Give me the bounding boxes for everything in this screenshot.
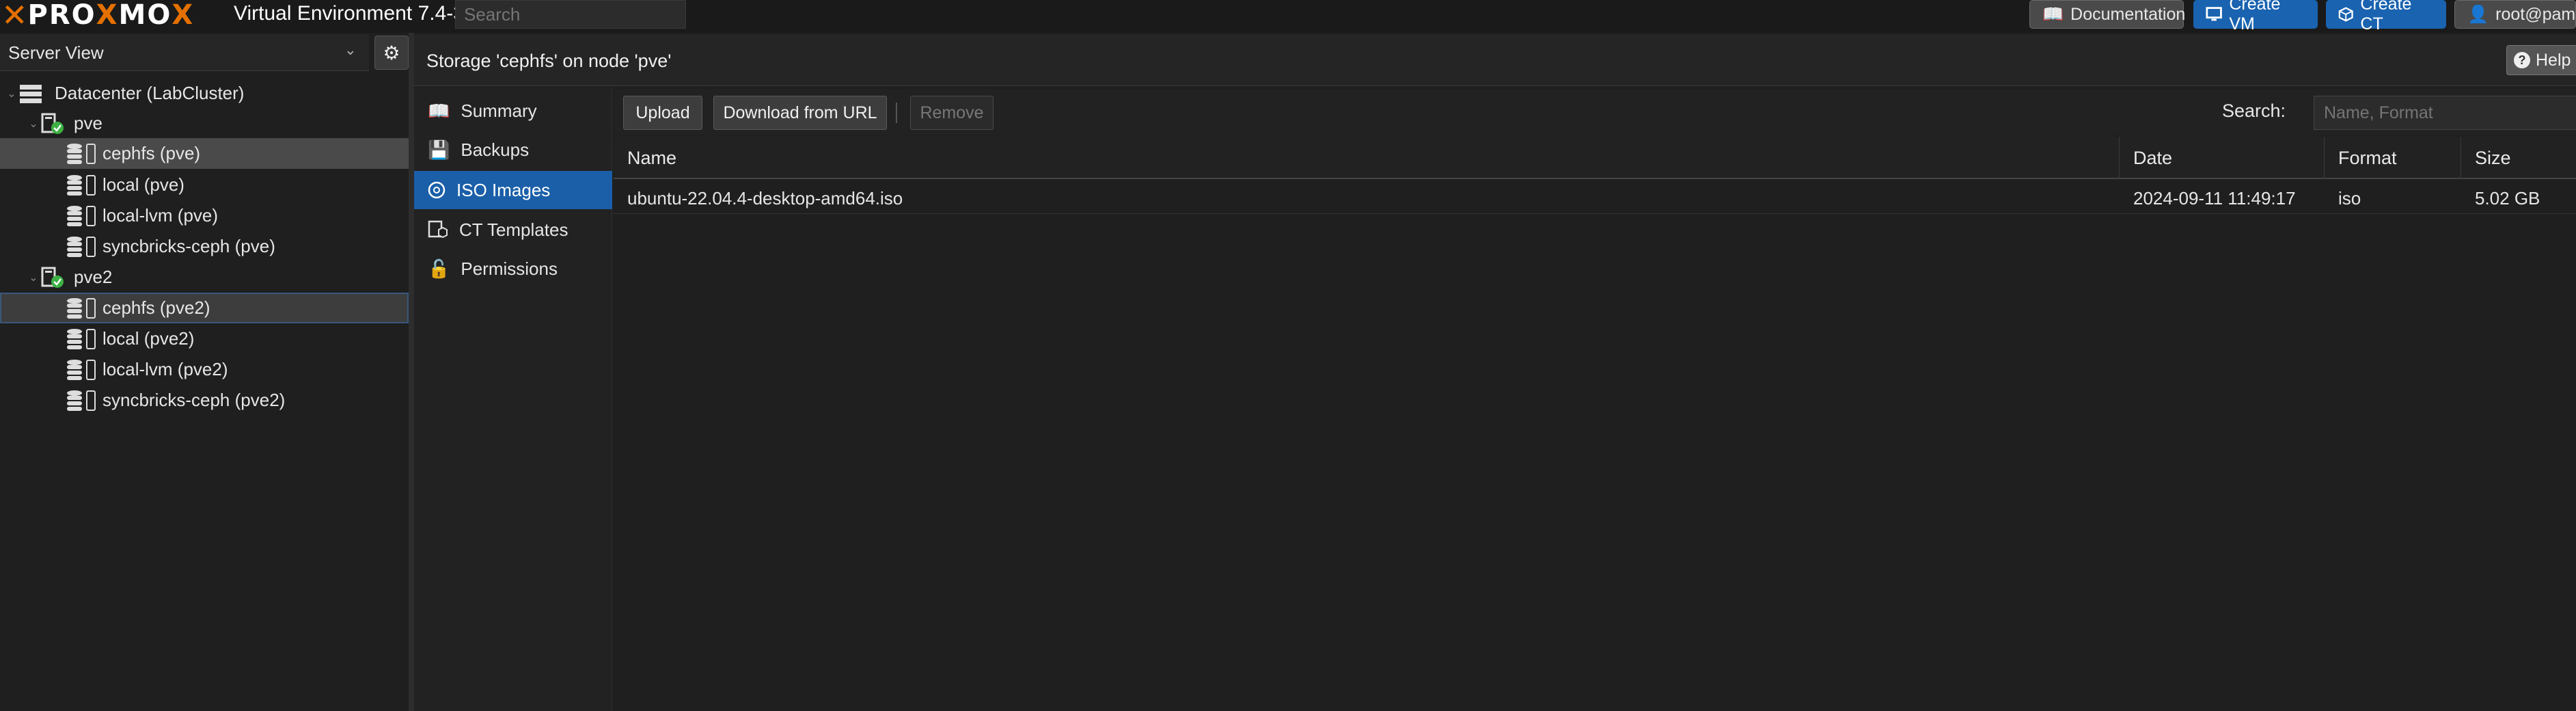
user-icon: 👤 [2467,4,2489,24]
search-label: Search: [2222,100,2286,121]
database-icon [67,390,82,411]
node-online-icon [41,267,66,289]
menu-item-backups[interactable]: 💾 Backups [414,131,612,169]
tree-item-storage[interactable]: syncbricks-ceph (pve) [0,231,409,262]
tree-item-storage[interactable]: local (pve) [0,170,409,200]
node-online-icon [41,113,66,135]
column-header-format[interactable]: Format [2325,137,2461,179]
tree-item-storage[interactable]: cephfs (pve) [0,138,409,169]
disc-icon [428,181,446,199]
cube-icon [2338,7,2353,22]
device-icon [86,328,96,349]
global-search-input[interactable] [455,0,686,29]
cell-format: iso [2338,187,2361,209]
create-vm-button[interactable]: Create VM [2193,0,2318,33]
download-url-button[interactable]: Download from URL [713,96,887,130]
grid-search-input[interactable] [2314,96,2576,130]
monitor-icon [2206,7,2222,21]
device-icon [86,236,96,257]
column-header-date[interactable]: Date [2120,137,2325,179]
column-header-name[interactable]: Name [614,137,2120,179]
cell-size: 5.02 GB [2475,187,2540,209]
remove-button[interactable]: Remove [910,96,994,130]
tree-item-storage[interactable]: syncbricks-ceph (pve2) [0,385,409,416]
cell-date: 2024-09-11 11:49:17 [2133,187,2296,209]
unlock-icon: 🔓 [428,258,450,279]
content-title-bar [414,34,2576,86]
device-icon [86,143,96,164]
device-icon [86,297,96,319]
row-divider [614,213,2576,214]
panel-splitter[interactable] [409,33,414,711]
device-icon [86,390,96,411]
database-icon [67,328,82,349]
tree-item-node[interactable]: ⌄ pve [0,108,409,139]
column-header-size[interactable]: Size [2461,137,2576,179]
tree-item-storage[interactable]: local-lvm (pve) [0,200,409,231]
tree-item-node[interactable]: ⌄ pve2 [0,262,409,293]
tree-item-storage[interactable]: local (pve2) [0,323,409,354]
menu-item-iso-images[interactable]: ISO Images [414,171,612,209]
tree-item-storage[interactable]: local-lvm (pve2) [0,354,409,385]
toolbar-separator [896,103,897,123]
proxmox-logo: ✕ PROXMOX [1,0,195,33]
template-icon [428,220,448,239]
database-icon [67,174,82,196]
menu-item-permissions[interactable]: 🔓 Permissions [414,250,612,288]
database-icon [67,236,82,257]
floppy-icon: 💾 [428,139,450,160]
device-icon [86,174,96,196]
book-icon: 📖 [2042,4,2064,24]
documentation-button[interactable]: 📖 Documentation [2029,0,2185,29]
device-icon [86,205,96,226]
collapse-icon: ⌄ [7,88,16,100]
question-icon: ? [2514,52,2530,68]
database-icon [67,359,82,380]
user-menu-button[interactable]: 👤 root@pam [2454,0,2576,29]
datacenter-icon [20,84,42,103]
book-icon: 📖 [428,100,450,121]
collapse-icon: ⌄ [29,271,38,284]
database-icon [67,297,82,319]
tree-item-storage[interactable]: cephfs (pve2) [0,293,409,323]
cell-name: ubuntu-22.04.4-desktop-amd64.iso [627,187,903,209]
device-icon [86,359,96,380]
page-title: Storage 'cephfs' on node 'pve' [426,51,672,71]
database-icon [67,143,82,164]
upload-button[interactable]: Upload [623,96,702,130]
database-icon [67,205,82,226]
gear-icon[interactable]: ⚙ [374,36,409,70]
menu-item-ct-templates[interactable]: CT Templates [414,211,612,249]
menu-item-summary[interactable]: 📖 Summary [414,92,612,130]
version-label: Virtual Environment 7.4-3 [234,2,465,25]
create-ct-button[interactable]: Create CT [2326,0,2446,33]
chevron-down-icon: ⌄ [344,41,357,58]
collapse-icon: ⌄ [29,118,38,130]
help-button[interactable]: ? Help [2506,45,2576,75]
view-selector[interactable]: Server View ⌄ [0,34,369,71]
tree-item-datacenter[interactable]: ⌄ Datacenter (LabCluster) [0,78,409,109]
